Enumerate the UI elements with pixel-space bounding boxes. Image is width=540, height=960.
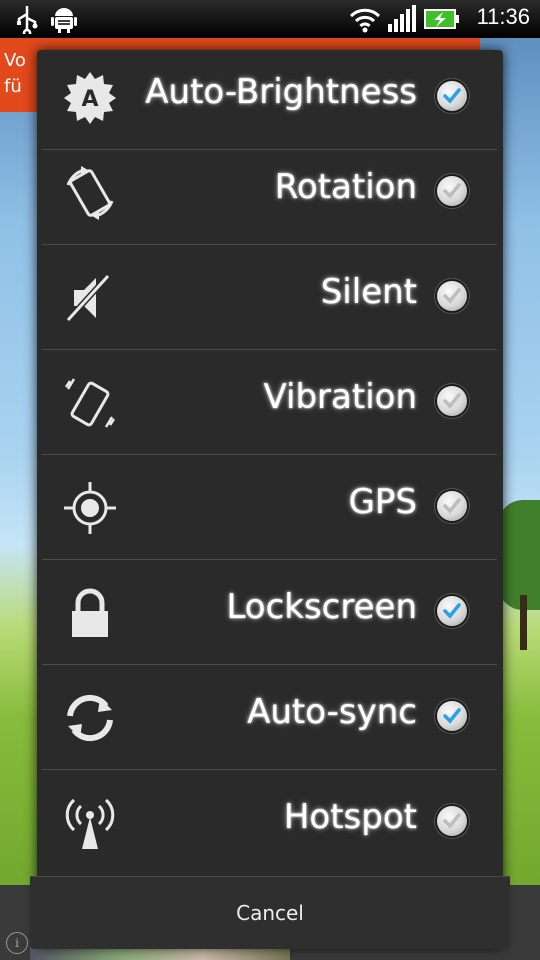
status-clock: 11:36 xyxy=(476,4,530,29)
sync-icon xyxy=(67,694,113,742)
setting-row-hotspot[interactable]: Hotspot xyxy=(42,770,497,874)
silent-icon xyxy=(65,273,111,323)
auto-brightness-icon: A xyxy=(64,72,116,124)
setting-row-lockscreen[interactable]: Lockscreen xyxy=(42,560,497,665)
checkbox-unchecked[interactable] xyxy=(437,281,467,311)
gps-icon xyxy=(64,482,116,534)
dialog-footer: Cancel xyxy=(30,876,510,949)
lock-icon xyxy=(72,588,108,637)
setting-row-vibration[interactable]: Vibration xyxy=(42,350,497,455)
wifi-icon xyxy=(349,8,381,33)
vibration-icon xyxy=(64,378,116,428)
setting-label: Lockscreen xyxy=(226,587,417,627)
ad-text-line1: Vo xyxy=(4,50,26,71)
checkbox-unchecked[interactable] xyxy=(437,491,467,521)
checkbox-checked[interactable] xyxy=(437,81,467,111)
signal-icon xyxy=(388,5,416,32)
checkbox-unchecked[interactable] xyxy=(437,386,467,416)
cancel-button[interactable]: Cancel xyxy=(30,877,510,949)
ad-text-line2: fü xyxy=(4,76,22,97)
rotation-icon xyxy=(66,166,114,220)
battery-charging-icon xyxy=(424,9,459,29)
setting-row-silent[interactable]: Silent xyxy=(42,245,497,350)
info-icon[interactable]: i xyxy=(6,932,28,954)
status-bar: 11:36 xyxy=(0,0,540,38)
setting-label: Auto-sync xyxy=(247,692,417,732)
checkbox-unchecked[interactable] xyxy=(437,176,467,206)
android-debug-icon xyxy=(51,8,77,33)
setting-label: GPS xyxy=(348,482,417,522)
setting-label: Rotation xyxy=(274,167,417,207)
setting-row-rotation[interactable]: Rotation xyxy=(42,140,497,245)
hotspot-icon xyxy=(65,798,115,849)
wallpaper-tree xyxy=(498,500,540,650)
setting-row-auto-brightness[interactable]: A Auto-Brightness xyxy=(42,45,497,150)
svg-text:A: A xyxy=(81,87,98,112)
setting-label: Auto-Brightness xyxy=(145,72,417,112)
setting-label: Silent xyxy=(320,272,417,312)
quick-settings-dialog: A Auto-Brightness Rotation Silent Vibrat… xyxy=(30,50,510,949)
checkbox-unchecked[interactable] xyxy=(437,806,467,836)
setting-row-auto-sync[interactable]: Auto-sync xyxy=(42,665,497,770)
setting-label: Hotspot xyxy=(283,797,417,837)
setting-label: Vibration xyxy=(263,377,417,417)
usb-icon xyxy=(17,6,38,34)
checkbox-checked[interactable] xyxy=(437,701,467,731)
checkbox-checked[interactable] xyxy=(437,596,467,626)
setting-row-gps[interactable]: GPS xyxy=(42,455,497,560)
